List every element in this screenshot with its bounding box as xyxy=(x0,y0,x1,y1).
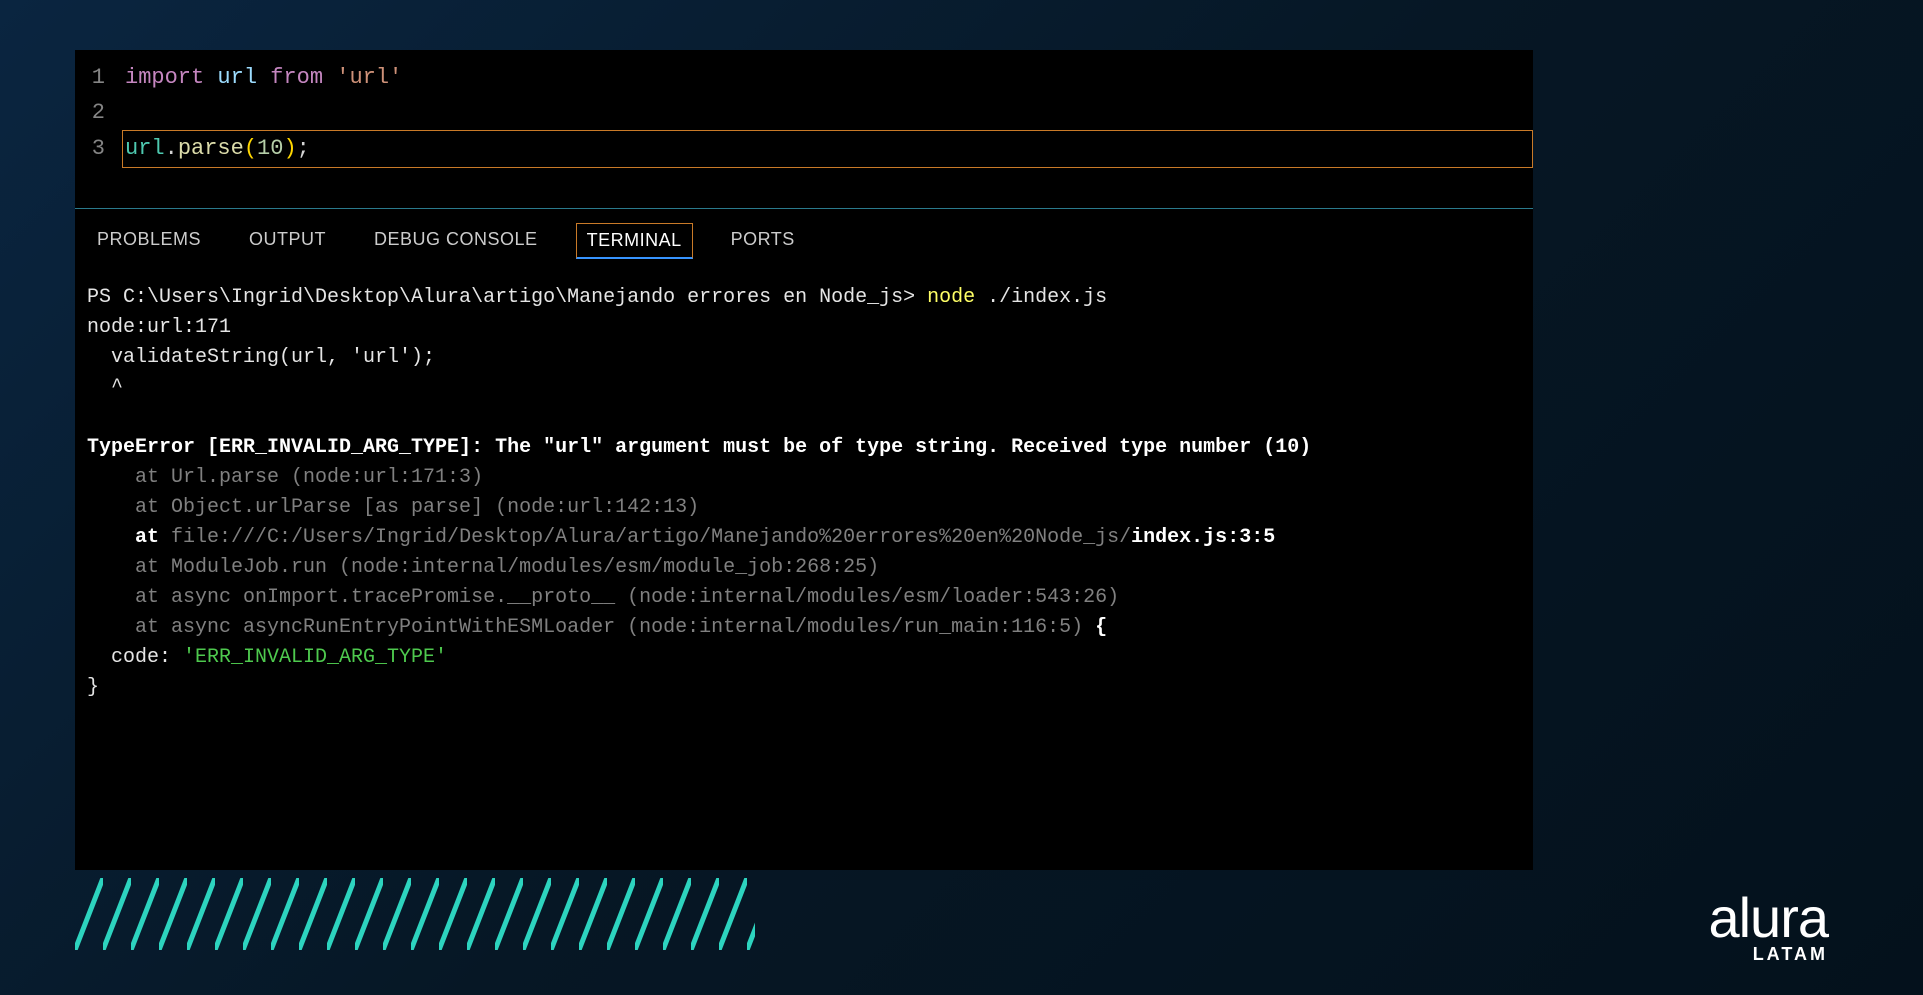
terminal-stack-line: at Url.parse (node:url:171:3) xyxy=(87,466,483,489)
terminal-stack-path: file:///C:/Users/Ingrid/Desktop/Alura/ar… xyxy=(171,526,1131,549)
code-content: url.parse(10); xyxy=(122,130,1533,167)
brand-logo: alura LATAM xyxy=(1708,890,1828,965)
line-number: 1 xyxy=(75,60,125,95)
tab-ports[interactable]: PORTS xyxy=(721,223,805,259)
code-editor[interactable]: 1 import url from 'url' 2 3 url.parse(10… xyxy=(75,50,1533,178)
tab-problems[interactable]: PROBLEMS xyxy=(87,223,211,259)
terminal-stack-line: at async onImport.tracePromise.__proto__… xyxy=(87,586,1119,609)
terminal-error-head: TypeError [ERR_INVALID_ARG_TYPE]: The "u… xyxy=(87,436,1311,459)
line-number: 2 xyxy=(75,95,125,130)
terminal-line: ^ xyxy=(87,376,123,399)
terminal-line: node:url:171 xyxy=(87,316,231,339)
terminal-prompt: PS C:\Users\Ingrid\Desktop\Alura\artigo\… xyxy=(87,286,927,309)
tab-output[interactable]: OUTPUT xyxy=(239,223,336,259)
code-line-2[interactable]: 2 xyxy=(75,95,1533,130)
code-content: import url from 'url' xyxy=(125,60,1533,95)
tab-terminal[interactable]: TERMINAL xyxy=(576,223,693,259)
terminal-output[interactable]: PS C:\Users\Ingrid\Desktop\Alura\artigo\… xyxy=(75,273,1533,713)
panel-tabs: PROBLEMS OUTPUT DEBUG CONSOLE TERMINAL P… xyxy=(75,209,1533,273)
editor-window: 1 import url from 'url' 2 3 url.parse(10… xyxy=(75,50,1533,870)
code-line-1[interactable]: 1 import url from 'url' xyxy=(75,60,1533,95)
terminal-stack-line: at Object.urlParse [as parse] (node:url:… xyxy=(87,496,699,519)
decorative-hatch xyxy=(75,878,755,950)
terminal-code-value: 'ERR_INVALID_ARG_TYPE' xyxy=(183,646,447,669)
terminal-stack-line: at async asyncRunEntryPointWithESMLoader… xyxy=(87,616,1095,639)
terminal-code-label: code: xyxy=(87,646,183,669)
code-line-3[interactable]: 3 url.parse(10); xyxy=(75,130,1533,167)
terminal-command: node xyxy=(927,286,987,309)
line-number: 3 xyxy=(75,131,125,166)
tab-debug-console[interactable]: DEBUG CONSOLE xyxy=(364,223,548,259)
terminal-command-arg: ./index.js xyxy=(987,286,1107,309)
terminal-close-brace: } xyxy=(87,676,99,699)
terminal-stack-file: index.js:3:5 xyxy=(1131,526,1275,549)
terminal-line: validateString(url, 'url'); xyxy=(87,346,435,369)
terminal-stack-at: at xyxy=(87,526,171,549)
terminal-stack-line: at ModuleJob.run (node:internal/modules/… xyxy=(87,556,879,579)
brand-name: alura xyxy=(1708,890,1828,946)
